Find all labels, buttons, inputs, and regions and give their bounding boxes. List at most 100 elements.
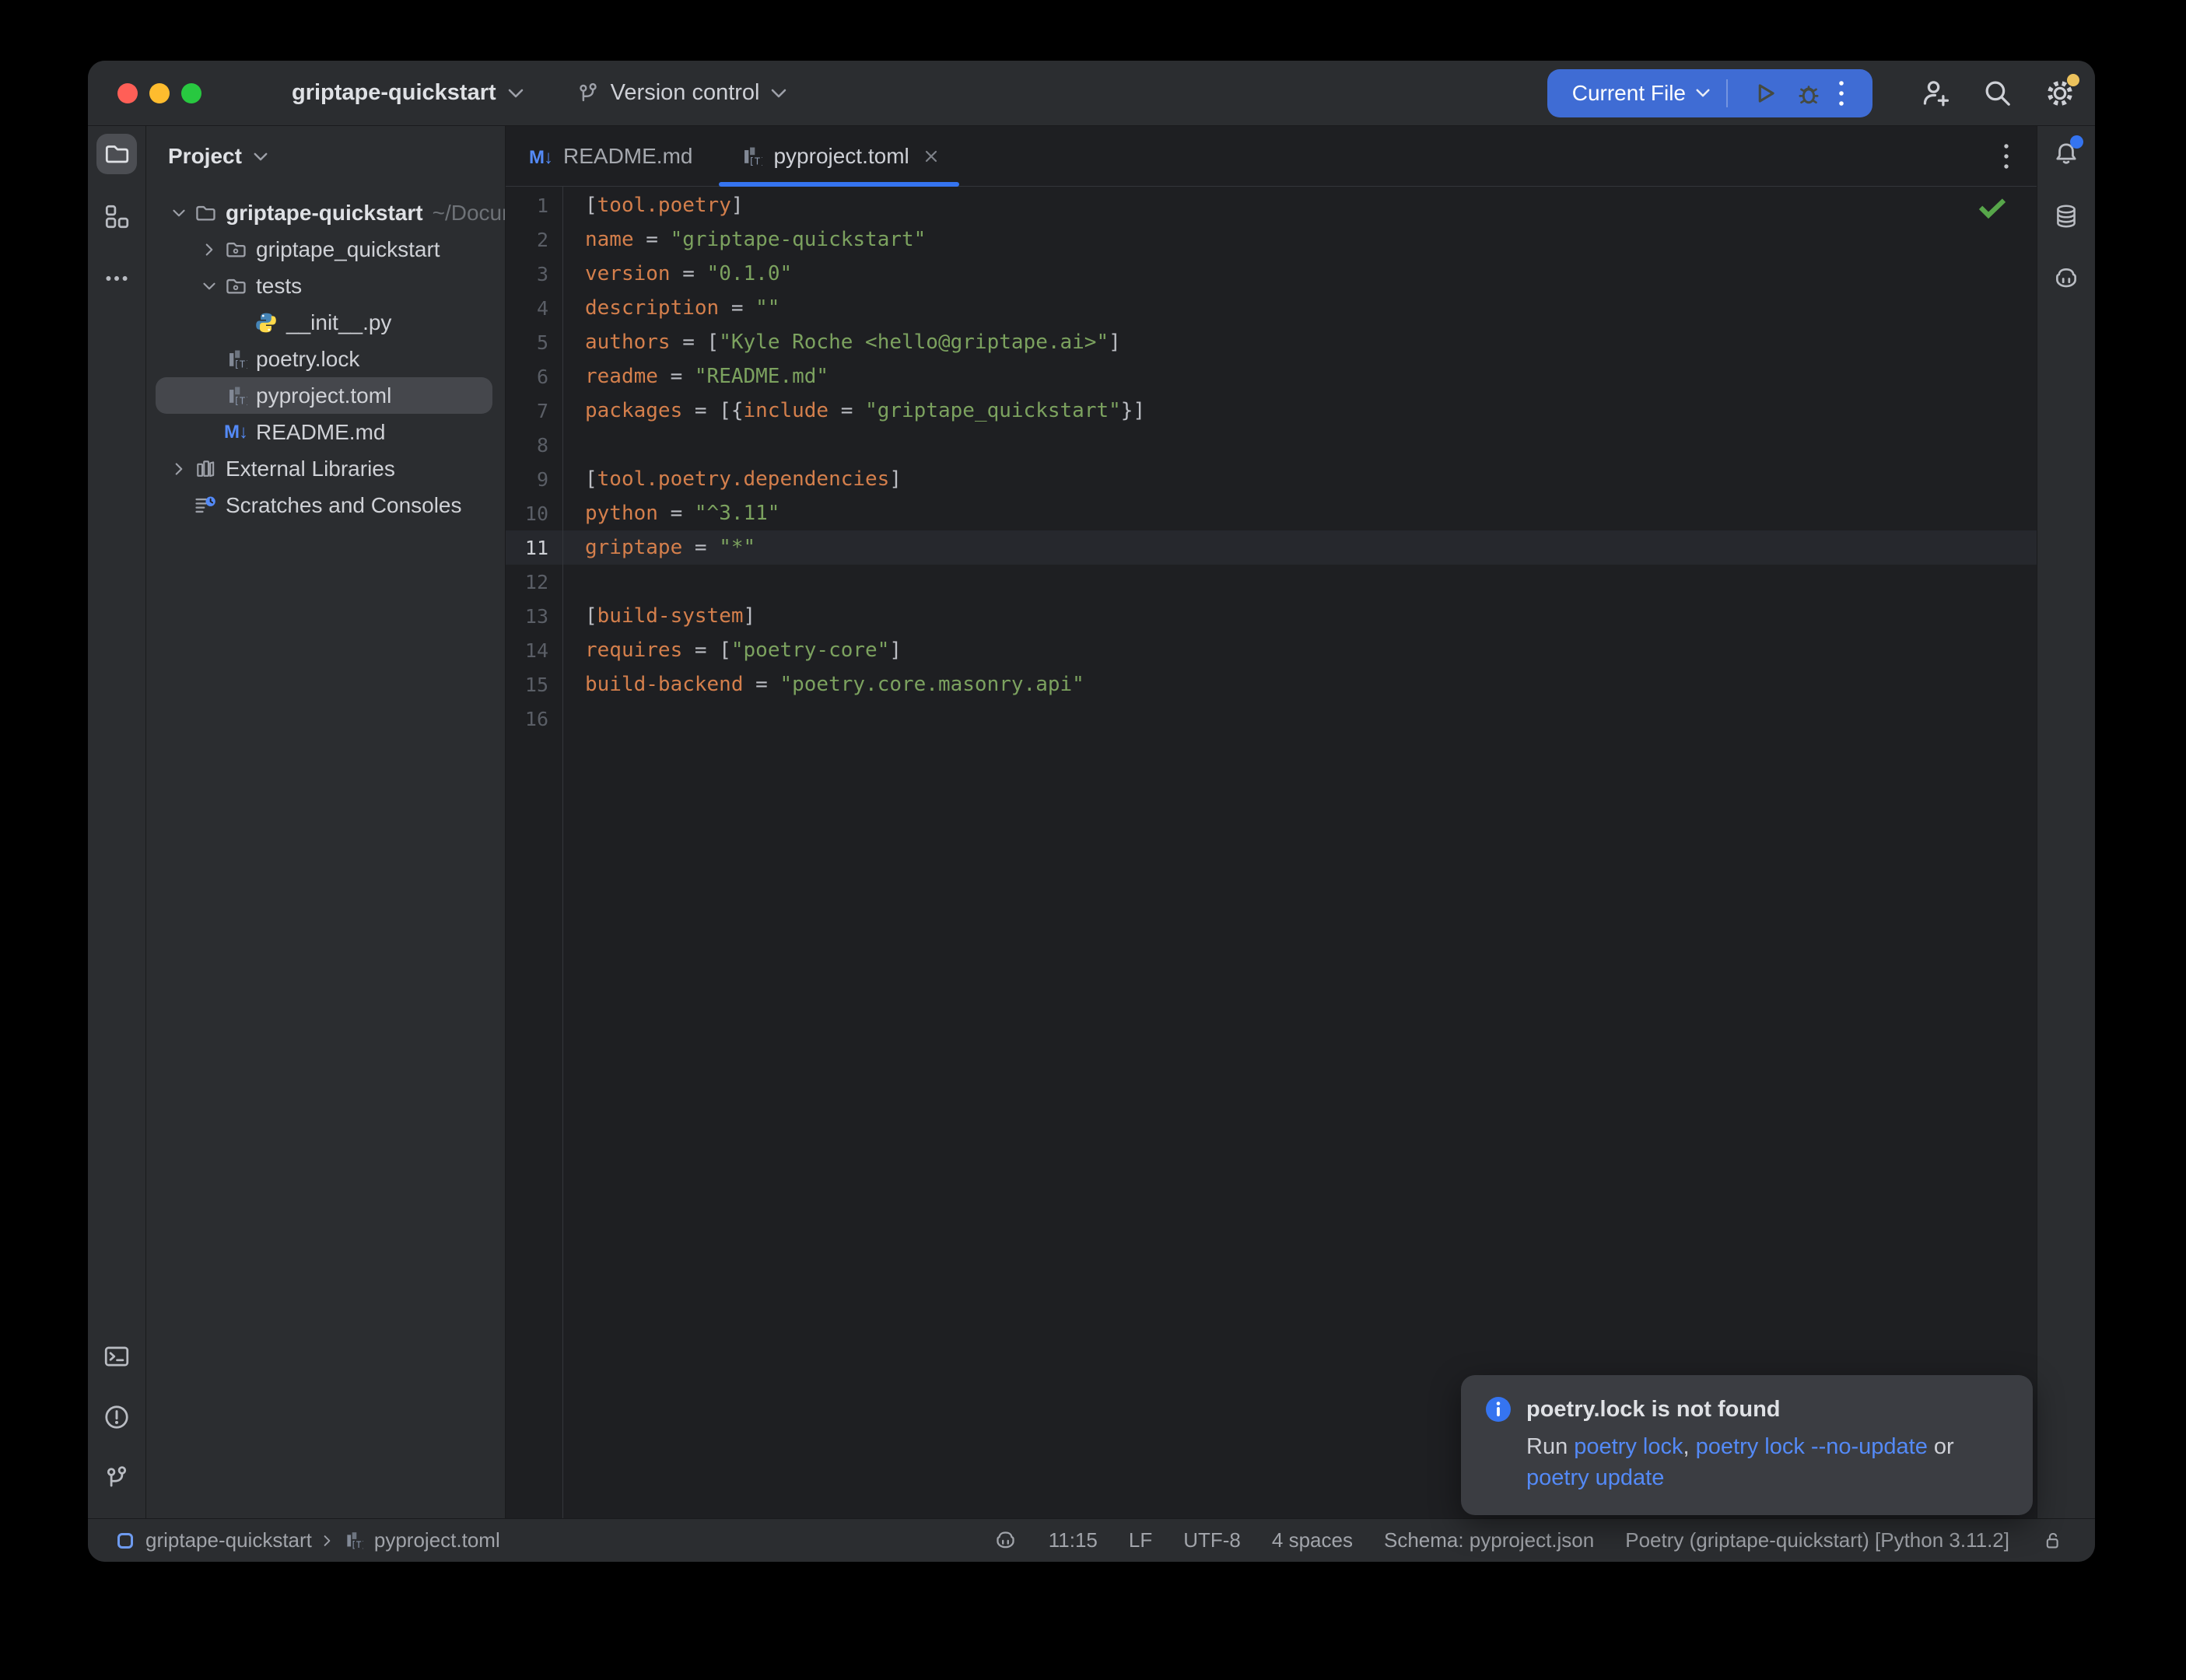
- copilot-status-icon[interactable]: [993, 1528, 1018, 1552]
- right-tool-strip: [2037, 126, 2095, 1518]
- line-number: 4: [506, 297, 562, 320]
- ai-assistant-button[interactable]: [2046, 258, 2086, 299]
- terminal-tool-button[interactable]: [96, 1336, 137, 1377]
- window-controls: [117, 83, 201, 103]
- project-switcher-label: griptape-quickstart: [292, 80, 496, 106]
- code-line[interactable]: 9[tool.poetry.dependencies]: [506, 462, 2037, 496]
- code-line[interactable]: 7packages = [{include = "griptape_quicks…: [506, 394, 2037, 428]
- code-line[interactable]: 12: [506, 565, 2037, 599]
- status-schema[interactable]: Schema: pyproject.json: [1384, 1528, 1594, 1552]
- run-button[interactable]: [1750, 79, 1780, 108]
- code-line[interactable]: 13[build-system]: [506, 599, 2037, 633]
- settings-update-badge: [2067, 74, 2079, 86]
- code-line[interactable]: 5authors = ["Kyle Roche <hello@griptape.…: [506, 325, 2037, 359]
- svg-text:[T]: [T]: [233, 359, 247, 369]
- status-interpreter[interactable]: Poetry (griptape-quickstart) [Python 3.1…: [1625, 1528, 2009, 1552]
- search-icon[interactable]: [1981, 77, 2014, 110]
- poetry-lock-link[interactable]: poetry lock: [1574, 1434, 1683, 1459]
- code-line[interactable]: 8: [506, 428, 2037, 462]
- scratches-icon: [194, 494, 224, 517]
- code-line[interactable]: 4description = "": [506, 291, 2037, 325]
- close-tab-icon[interactable]: [923, 149, 939, 164]
- code-line[interactable]: 15build-backend = "poetry.core.masonry.a…: [506, 667, 2037, 702]
- vcs-widget-label: Version control: [611, 80, 760, 106]
- status-caret-position[interactable]: 11:15: [1049, 1528, 1098, 1552]
- debug-button[interactable]: [1794, 79, 1823, 108]
- notification-badge: [2070, 135, 2083, 149]
- tree-item-label: Scratches and Consoles: [226, 493, 462, 518]
- code-line[interactable]: 1[tool.poetry]: [506, 188, 2037, 222]
- problems-tool-button[interactable]: [96, 1397, 137, 1437]
- chevron-down-icon[interactable]: [163, 208, 194, 218]
- project-panel: Project griptape-quickstart ~/Docume gri…: [146, 126, 506, 1518]
- editor-tab-bar: M↓ README.md [T] pyproject.toml: [506, 126, 2037, 187]
- tab-options-kebab-icon[interactable]: [2002, 126, 2010, 186]
- structure-tool-button[interactable]: [96, 196, 137, 236]
- minimize-window-button[interactable]: [149, 83, 170, 103]
- code-line[interactable]: 2name = "griptape-quickstart": [506, 222, 2037, 257]
- notification-title: poetry.lock is not found: [1526, 1397, 1781, 1423]
- notifications-button[interactable]: [2046, 134, 2086, 174]
- run-configuration-widget[interactable]: Current File: [1547, 69, 1872, 117]
- project-tool-button[interactable]: [96, 134, 137, 174]
- project-panel-title: Project: [168, 144, 242, 169]
- status-indent[interactable]: 4 spaces: [1272, 1528, 1353, 1552]
- tree-row-root[interactable]: griptape-quickstart ~/Docume: [146, 194, 505, 231]
- code-line[interactable]: 14requires = ["poetry-core"]: [506, 633, 2037, 667]
- project-panel-header[interactable]: Project: [146, 126, 505, 187]
- tree-row-pyproject-toml[interactable]: [T] pyproject.toml: [156, 377, 492, 414]
- add-user-icon[interactable]: [1919, 77, 1952, 110]
- tree-row-external-libraries[interactable]: External Libraries: [146, 450, 505, 487]
- tab-pyproject[interactable]: [T] pyproject.toml: [716, 126, 962, 186]
- status-encoding[interactable]: UTF-8: [1183, 1528, 1241, 1552]
- git-branch-icon: [576, 80, 601, 107]
- code-line[interactable]: 6readme = "README.md": [506, 359, 2037, 394]
- vcs-widget[interactable]: Version control: [576, 80, 787, 107]
- chevron-down-icon[interactable]: [194, 282, 224, 291]
- more-run-options-button[interactable]: [1837, 78, 1845, 109]
- unlocked-padlock-icon[interactable]: [2041, 1529, 2064, 1552]
- inspection-ok-check-icon[interactable]: [1979, 198, 2006, 221]
- chevron-right-icon[interactable]: [194, 243, 224, 257]
- code-line[interactable]: 3version = "0.1.0": [506, 257, 2037, 291]
- line-number: 13: [506, 605, 562, 628]
- gutter-separator: [562, 187, 563, 1518]
- close-window-button[interactable]: [117, 83, 138, 103]
- version-control-tool-button[interactable]: [96, 1458, 137, 1498]
- tree-row-tests[interactable]: tests: [146, 268, 505, 304]
- tree-item-label: External Libraries: [226, 457, 395, 481]
- database-icon: [2052, 202, 2080, 230]
- svg-text:[T]: [T]: [233, 395, 247, 406]
- tree-item-label: tests: [256, 274, 302, 299]
- settings-gear-icon[interactable]: [2044, 77, 2076, 110]
- line-number: 14: [506, 639, 562, 662]
- tree-row-readme[interactable]: M↓ README.md: [146, 414, 505, 450]
- code-lines: 1[tool.poetry]2name = "griptape-quicksta…: [506, 188, 2037, 736]
- breadcrumb-project[interactable]: griptape-quickstart: [145, 1528, 312, 1552]
- more-tool-windows-button[interactable]: [96, 258, 137, 299]
- tree-row-package[interactable]: griptape_quickstart: [146, 231, 505, 268]
- chevron-right-icon[interactable]: [163, 462, 194, 476]
- code-editor[interactable]: 1[tool.poetry]2name = "griptape-quicksta…: [506, 187, 2037, 1518]
- poetry-lock-no-update-link[interactable]: poetry lock --no-update: [1696, 1434, 1928, 1459]
- editor-area: M↓ README.md [T] pyproject.toml 1[tool.p…: [506, 126, 2037, 1518]
- structure-icon: [103, 202, 131, 230]
- svg-text:[T]: [T]: [749, 156, 763, 166]
- code-line[interactable]: 10python = "^3.11": [506, 496, 2037, 530]
- code-line[interactable]: 16: [506, 702, 2037, 736]
- code-line[interactable]: 11griptape = "*": [506, 530, 2037, 565]
- chevron-down-icon: [507, 88, 524, 99]
- problems-icon: [103, 1403, 131, 1431]
- zoom-window-button[interactable]: [181, 83, 201, 103]
- tree-row-scratches[interactable]: Scratches and Consoles: [146, 487, 505, 523]
- tree-row-init-py[interactable]: __init__.py: [146, 304, 505, 341]
- database-button[interactable]: [2046, 196, 2086, 236]
- project-switcher[interactable]: griptape-quickstart: [292, 80, 524, 106]
- status-line-ending[interactable]: LF: [1129, 1528, 1152, 1552]
- python-file-icon: [254, 311, 285, 334]
- tab-readme[interactable]: M↓ README.md: [506, 126, 716, 186]
- tree-row-poetry-lock[interactable]: [T] poetry.lock: [146, 341, 505, 377]
- poetry-update-link[interactable]: poetry update: [1526, 1465, 1664, 1490]
- breadcrumb-file[interactable]: pyproject.toml: [374, 1528, 500, 1552]
- markdown-file-icon: M↓: [224, 422, 254, 443]
